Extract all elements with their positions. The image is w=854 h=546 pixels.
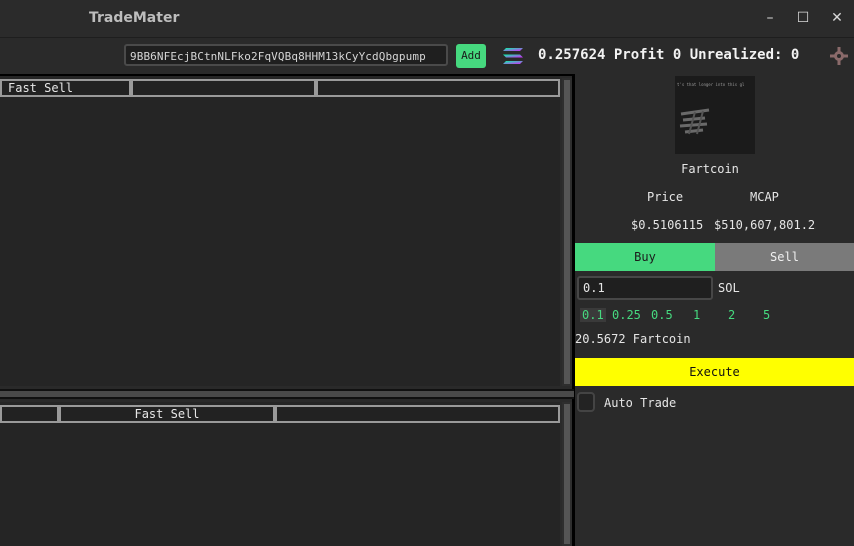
app-title: TradeMater xyxy=(89,10,180,26)
top-trades-table: Fast Sell xyxy=(0,76,560,386)
trade-panel: t's that longer into this gl Fartcoin Pr… xyxy=(575,76,854,546)
mcap-value: $510,607,801.25 xyxy=(714,218,816,232)
column-header-fast-sell[interactable]: Fast Sell xyxy=(0,79,131,97)
buy-tab[interactable]: Buy xyxy=(575,243,715,271)
maximize-button[interactable]: ☐ xyxy=(792,8,814,28)
amount-unit: SOL xyxy=(718,281,740,295)
column-header[interactable] xyxy=(0,405,59,423)
quick-amount-button[interactable]: 0.5 xyxy=(651,308,673,322)
top-table-scrollbar[interactable] xyxy=(562,78,572,386)
quick-amount-button[interactable]: 5 xyxy=(763,308,770,322)
auto-trade-label: Auto Trade xyxy=(604,396,677,410)
column-header[interactable] xyxy=(131,79,316,97)
quick-amount-button[interactable]: 1 xyxy=(693,308,700,322)
coin-image: t's that longer into this gl xyxy=(675,76,755,154)
quick-amount-button[interactable]: 2 xyxy=(728,308,735,322)
amount-input[interactable]: 0.1 xyxy=(577,276,713,300)
bottom-trades-table: Fast Sell xyxy=(0,402,560,546)
quick-amount-button[interactable]: 0.25 xyxy=(612,308,641,322)
close-button[interactable]: ✕ xyxy=(826,8,848,28)
minimize-button[interactable]: – xyxy=(759,8,781,28)
mcap-label: MCAP xyxy=(750,190,779,204)
bottom-table-scrollbar[interactable] xyxy=(562,402,572,546)
price-value: $0.5106115 xyxy=(631,218,704,232)
auto-trade-checkbox[interactable] xyxy=(577,392,595,412)
column-header[interactable] xyxy=(316,79,560,97)
column-header-fast-sell[interactable]: Fast Sell xyxy=(59,405,275,423)
coin-image-art xyxy=(679,108,710,135)
token-address-input[interactable]: 9BB6NFEcjBCtnNLFko2FqVQBq8HHM13kCyYcdQbg… xyxy=(124,44,448,66)
quick-amount-button[interactable]: 0.1 xyxy=(580,308,606,322)
gear-icon[interactable] xyxy=(830,47,848,65)
coin-name: Fartcoin xyxy=(681,162,739,176)
price-label: Price xyxy=(647,190,684,204)
execute-button[interactable]: Execute xyxy=(575,358,854,386)
profit-stats: 0.257624 Profit 0 Unrealized: 0 xyxy=(538,47,800,63)
solana-logo-icon xyxy=(503,48,523,64)
sell-tab[interactable]: Sell xyxy=(715,243,854,271)
title-bar: TradeMater – ☐ ✕ xyxy=(0,0,854,38)
estimated-tokens: 20.5672 Fartcoin xyxy=(575,332,691,346)
add-button[interactable]: Add xyxy=(456,44,486,68)
column-header[interactable] xyxy=(275,405,560,423)
pane-splitter[interactable] xyxy=(0,389,574,399)
